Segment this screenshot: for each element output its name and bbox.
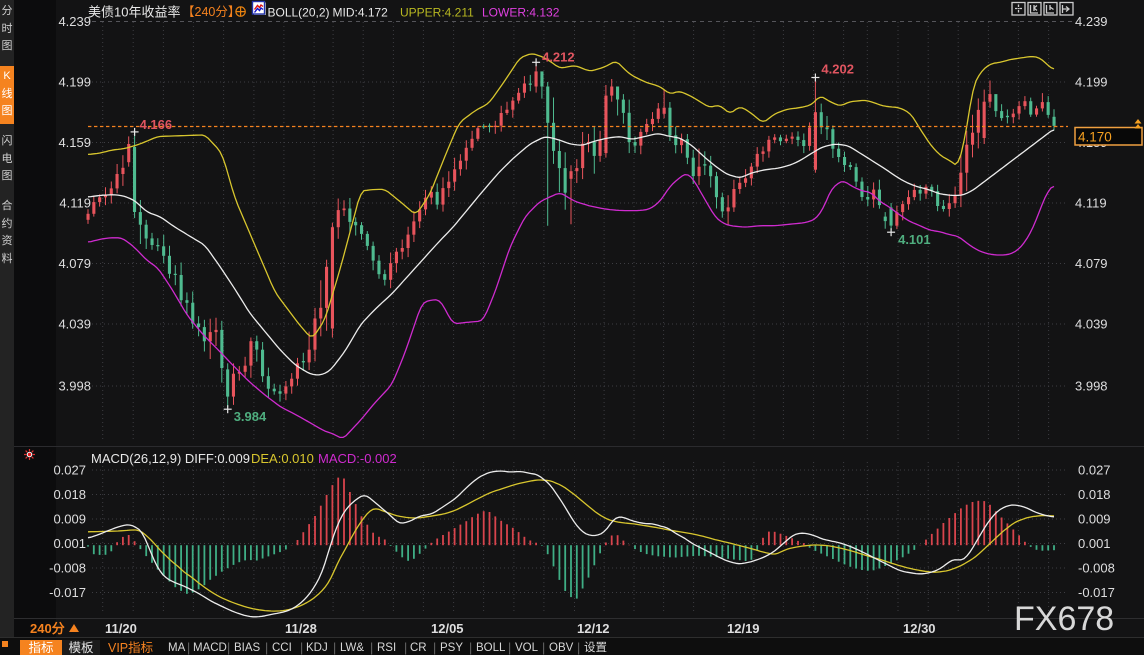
svg-text:12/12: 12/12 [577,621,610,636]
svg-text:240分: 240分 [30,621,65,636]
svg-text:0.018: 0.018 [53,487,86,502]
svg-text:3.984: 3.984 [234,409,267,424]
svg-text:-0.017: -0.017 [49,585,86,600]
svg-text:-0.008: -0.008 [1078,561,1115,576]
svg-text:4.079: 4.079 [58,256,91,271]
svg-text:0.001: 0.001 [53,536,86,551]
svg-text:0.027: 0.027 [1078,463,1111,478]
svg-text:4.239: 4.239 [1075,14,1108,29]
svg-text:4.170: 4.170 [1078,130,1112,145]
svg-text:0.001: 0.001 [1078,536,1111,551]
svg-text:【240分】: 【240分】 [182,5,240,19]
svg-text:0.009: 0.009 [53,512,86,527]
svg-text:4.119: 4.119 [1075,196,1107,211]
svg-text:3.998: 3.998 [58,379,91,394]
svg-text:0.009: 0.009 [1078,512,1111,527]
svg-text:11/20: 11/20 [105,621,137,636]
svg-text:BOLL(20,2): BOLL(20,2) [268,6,330,20]
svg-text:FX678: FX678 [1014,600,1114,638]
svg-text:LOWER:4.132: LOWER:4.132 [482,6,560,20]
svg-text:12/05: 12/05 [431,621,464,636]
svg-text:4.079: 4.079 [1075,256,1108,271]
svg-text:0.027: 0.027 [53,463,86,478]
svg-text:3.998: 3.998 [1075,379,1108,394]
svg-text:UPPER:4.211: UPPER:4.211 [400,6,474,20]
svg-text:MID:4.172: MID:4.172 [333,6,389,20]
svg-text:4.039: 4.039 [58,317,91,332]
svg-text:美债10年收益率: 美债10年收益率 [88,5,180,20]
svg-text:4.199: 4.199 [58,75,91,90]
svg-text:DEA:0.010: DEA:0.010 [251,451,314,466]
svg-text:MACD(26,12,9) DIFF:0.009: MACD(26,12,9) DIFF:0.009 [91,451,250,466]
svg-text:4.119: 4.119 [59,196,91,211]
svg-text:4.239: 4.239 [58,14,91,29]
svg-text:11/28: 11/28 [285,621,317,636]
svg-text:4.166: 4.166 [140,117,173,132]
svg-text:-0.017: -0.017 [1078,585,1115,600]
svg-text:4.101: 4.101 [898,232,931,247]
svg-text:4.039: 4.039 [1075,317,1108,332]
svg-text:4.212: 4.212 [542,49,575,64]
svg-text:0.018: 0.018 [1078,487,1111,502]
svg-text:4.202: 4.202 [821,62,854,77]
svg-text:-0.008: -0.008 [49,561,86,576]
svg-text:4.199: 4.199 [1075,75,1108,90]
svg-text:12/30: 12/30 [903,621,936,636]
svg-text:MACD:-0.002: MACD:-0.002 [318,451,397,466]
svg-text:12/19: 12/19 [727,621,760,636]
svg-text:4.159: 4.159 [58,135,91,150]
